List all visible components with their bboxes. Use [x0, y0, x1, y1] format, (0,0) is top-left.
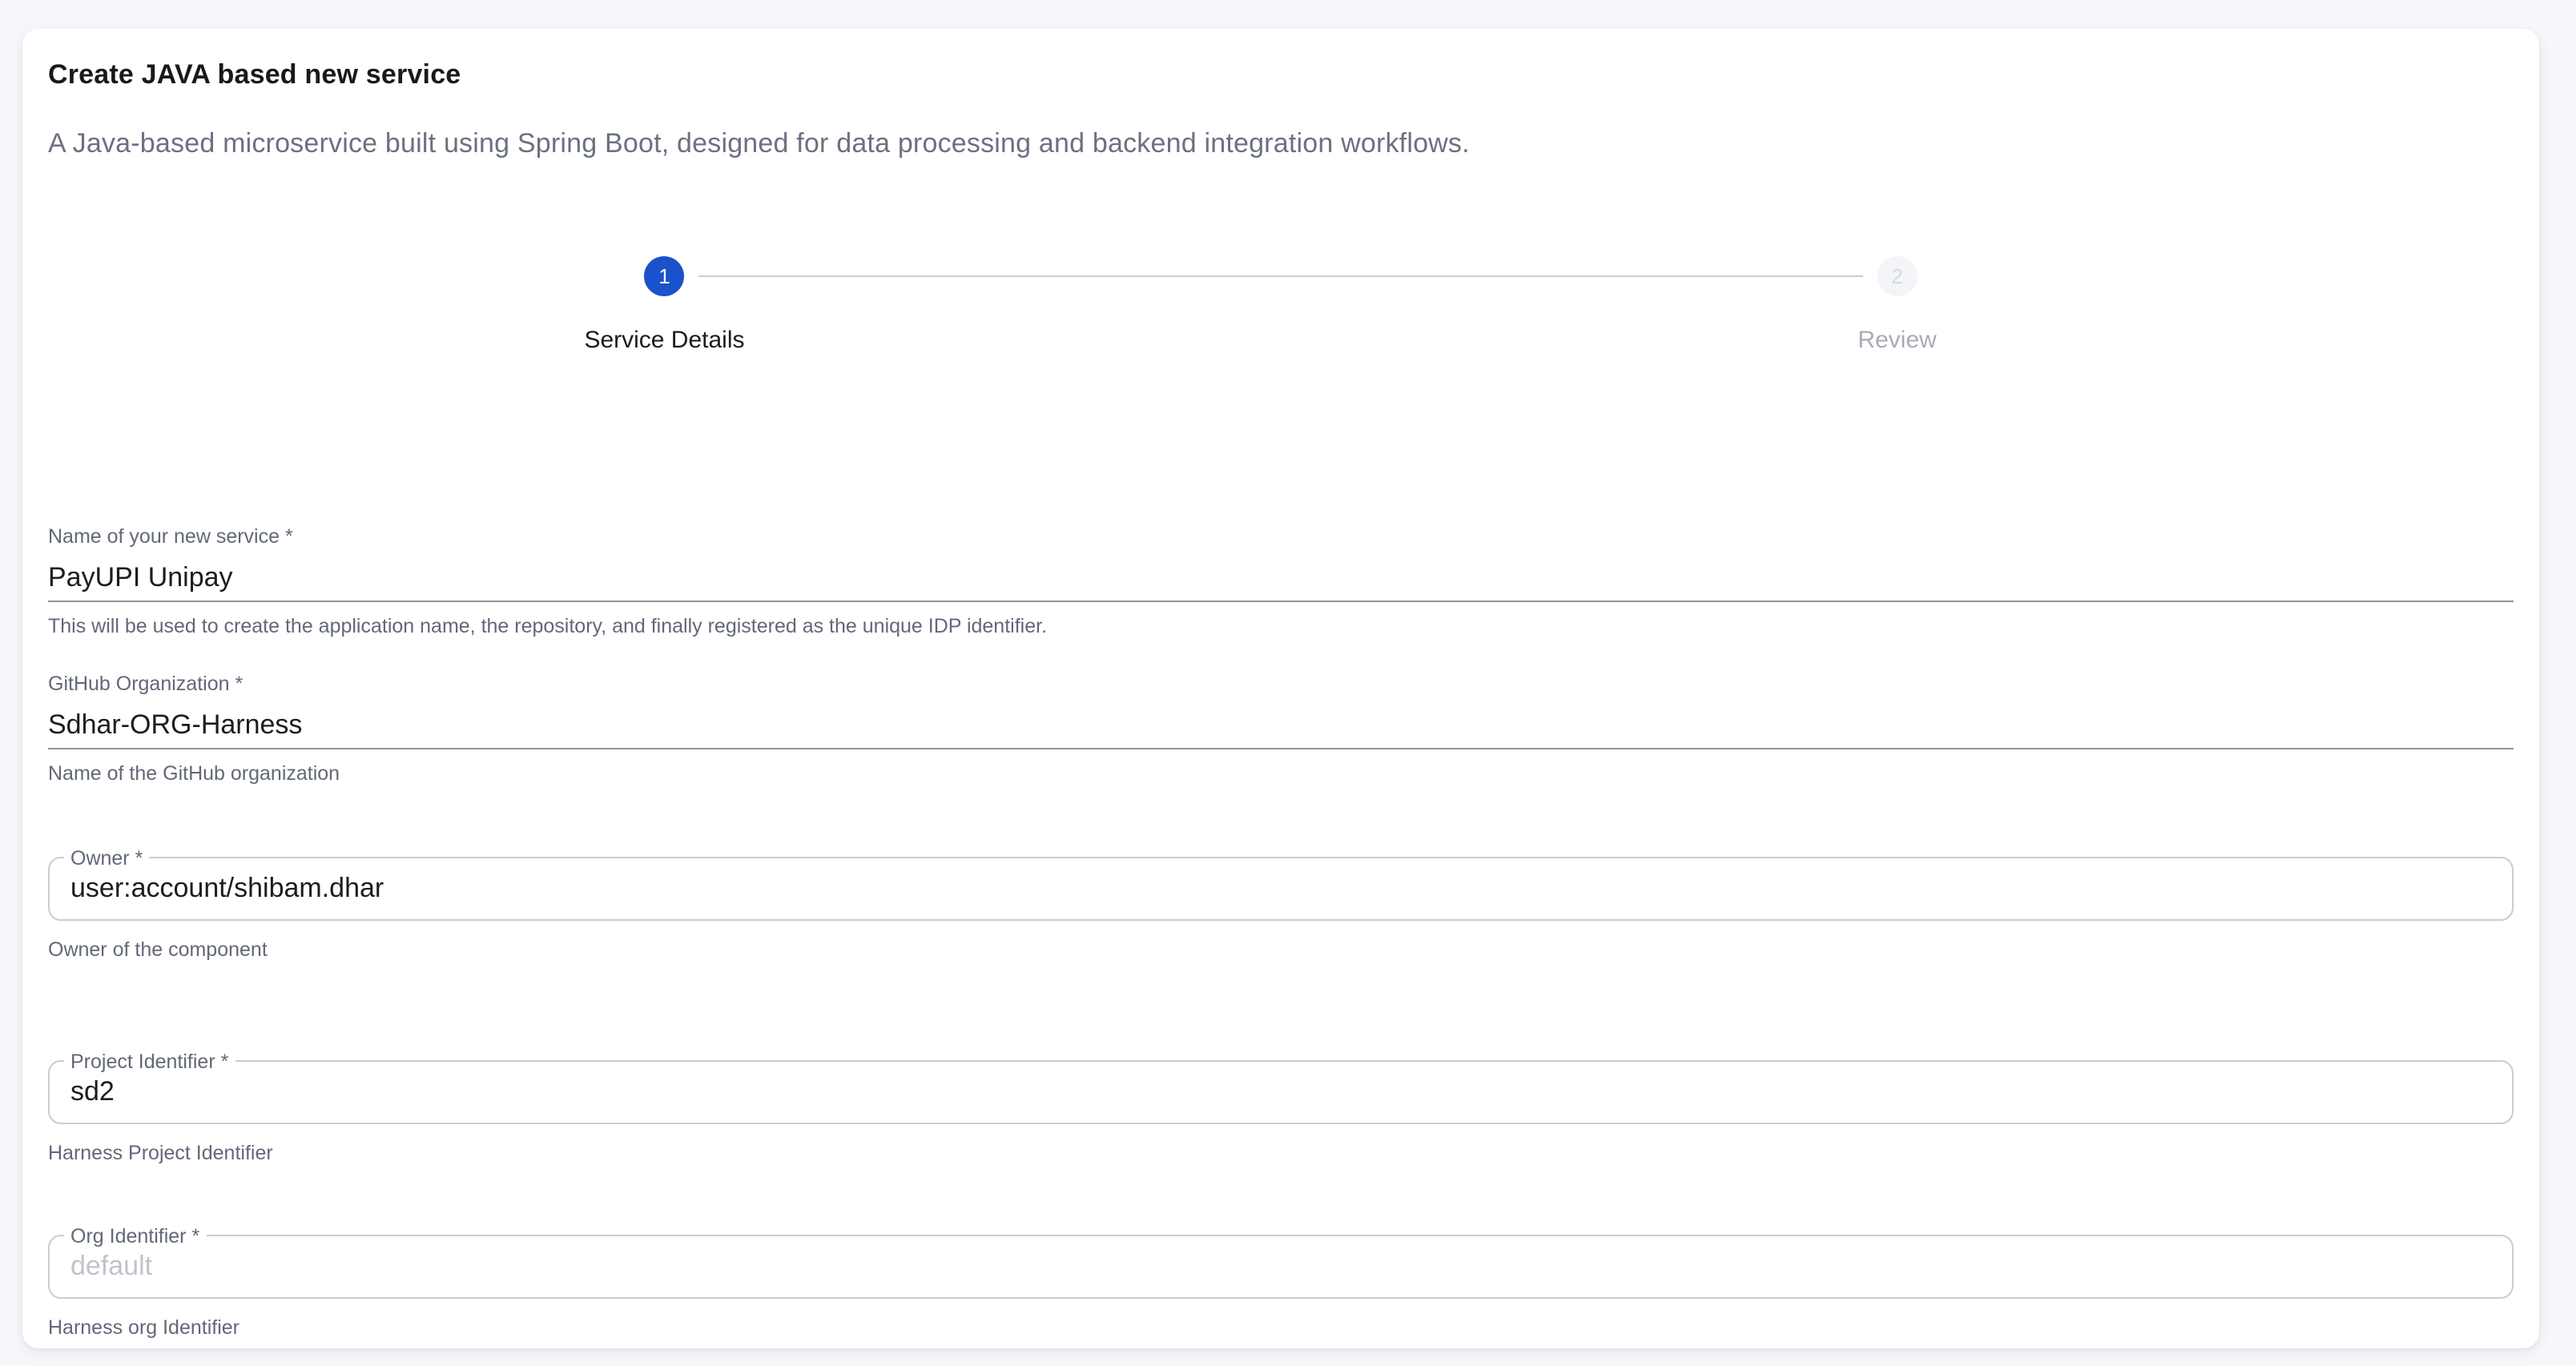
- page-title: Create JAVA based new service: [48, 59, 461, 91]
- org-identifier-input[interactable]: [50, 1236, 2512, 1297]
- stepper: 1 Service Details 2 Review: [48, 256, 2514, 354]
- project-identifier-input[interactable]: [50, 1062, 2512, 1123]
- org-identifier-label: Org Identifier *: [64, 1225, 206, 1247]
- owner-field: Owner * Owner of the component: [48, 857, 2514, 962]
- service-name-input[interactable]: [48, 556, 2514, 602]
- owner-helper: Owner of the component: [48, 938, 2514, 962]
- step-2-indicator: 2: [1878, 256, 1918, 296]
- owner-input-box: Owner *: [48, 857, 2514, 921]
- org-identifier-input-box: Org Identifier *: [48, 1235, 2514, 1299]
- project-identifier-label: Project Identifier *: [64, 1051, 235, 1073]
- service-name-helper: This will be used to create the applicat…: [48, 615, 2514, 639]
- github-org-field: GitHub Organization * Name of the GitHub…: [48, 673, 2514, 786]
- project-identifier-field: Project Identifier * Harness Project Ide…: [48, 1060, 2514, 1166]
- step-service-details: 1 Service Details: [48, 256, 1281, 354]
- owner-label: Owner *: [64, 847, 149, 870]
- github-org-input[interactable]: [48, 703, 2514, 749]
- service-name-label: Name of your new service *: [48, 525, 2514, 549]
- step-review: 2 Review: [1281, 256, 2514, 354]
- page-description: A Java-based microservice built using Sp…: [48, 128, 1470, 160]
- github-org-label: GitHub Organization *: [48, 673, 2514, 697]
- step-1-indicator: 1: [645, 256, 685, 296]
- step-2-label: Review: [1858, 327, 1936, 354]
- org-identifier-field: Org Identifier * Harness org Identifier: [48, 1235, 2514, 1340]
- github-org-helper: Name of the GitHub organization: [48, 762, 2514, 786]
- service-name-field: Name of your new service * This will be …: [48, 525, 2514, 639]
- step-1-label: Service Details: [584, 327, 744, 354]
- project-identifier-helper: Harness Project Identifier: [48, 1142, 2514, 1166]
- project-identifier-input-box: Project Identifier *: [48, 1060, 2514, 1124]
- page-background: Create JAVA based new service A Java-bas…: [0, 0, 2576, 1366]
- stepper-connector: [698, 275, 1864, 277]
- owner-input[interactable]: [50, 858, 2512, 919]
- org-identifier-helper: Harness org Identifier: [48, 1316, 2514, 1340]
- create-service-card: Create JAVA based new service A Java-bas…: [22, 29, 2539, 1348]
